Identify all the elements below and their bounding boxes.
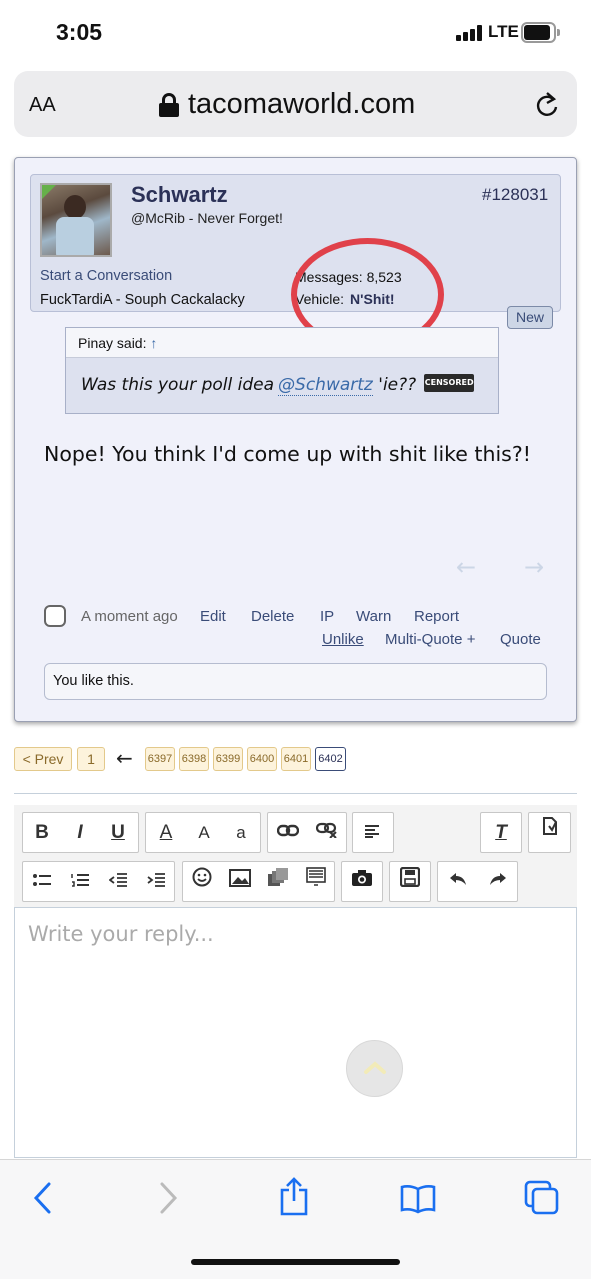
numbered-list-icon[interactable] [61, 862, 99, 901]
page-first[interactable]: 1 [77, 747, 105, 771]
network-label: LTE [488, 22, 519, 41]
align-icon[interactable] [353, 813, 393, 852]
reply-input[interactable]: Write your reply... [28, 922, 214, 946]
username[interactable]: Schwartz [131, 182, 228, 208]
report-link[interactable]: Report [414, 608, 459, 625]
image-icon[interactable] [221, 862, 259, 901]
reload-icon[interactable] [534, 91, 560, 119]
toolbar-group-align [352, 812, 394, 853]
edit-link[interactable]: Edit [200, 608, 226, 625]
page-link[interactable]: 6399 [213, 747, 243, 771]
page-current: 6402 [315, 747, 346, 771]
remove-format-button[interactable]: T [481, 813, 521, 852]
undo-icon[interactable] [438, 862, 478, 901]
toolbar-group-link [267, 812, 347, 853]
signal-icon [456, 25, 484, 41]
forward-icon[interactable] [157, 1180, 179, 1220]
template-icon[interactable] [297, 862, 335, 901]
page-link[interactable]: 6398 [179, 747, 209, 771]
likes-summary: You like this. [44, 663, 547, 700]
lock-icon [159, 93, 179, 117]
page-link[interactable]: 6400 [247, 747, 277, 771]
quote-text-after: 'ie?? [378, 375, 417, 395]
delete-link[interactable]: Delete [251, 608, 294, 625]
jump-to-quote-icon[interactable]: ↑ [150, 335, 157, 351]
divider [14, 793, 577, 794]
user-location: FuckTardiA - Souph Cackalacky [40, 292, 245, 308]
battery-icon [521, 22, 561, 43]
scroll-to-top-button[interactable] [346, 1040, 403, 1097]
smiley-icon[interactable] [183, 862, 221, 901]
status-bar: 3:05 LTE [0, 0, 591, 66]
redo-icon[interactable] [478, 862, 518, 901]
select-post-checkbox[interactable] [44, 605, 66, 627]
underline-button[interactable]: U [99, 813, 137, 852]
link-icon[interactable] [268, 813, 308, 852]
toolbar-group-history [437, 861, 518, 902]
toolbar-group-lists [22, 861, 175, 902]
page-link[interactable]: 6397 [145, 747, 175, 771]
quote-block: Pinay said: ↑ Was this your poll idea @Sc… [65, 327, 499, 414]
url-domain[interactable]: tacomaworld.com [188, 88, 415, 121]
start-conversation-link[interactable]: Start a Conversation [40, 268, 172, 284]
font-family-button[interactable]: a [222, 813, 260, 852]
tabs-icon[interactable] [524, 1180, 560, 1220]
indent-icon[interactable] [137, 862, 175, 901]
bold-button[interactable]: B [23, 813, 61, 852]
quote-header: Pinay said: ↑ [66, 328, 498, 358]
save-draft-icon[interactable] [390, 862, 430, 901]
media-icon[interactable] [259, 862, 297, 901]
text-size-button[interactable]: AA [29, 94, 56, 117]
avatar[interactable] [40, 183, 112, 257]
toolbar-group-camera [341, 861, 383, 902]
toolbar-group-font: A A a [145, 812, 261, 853]
unlink-icon[interactable] [308, 813, 346, 852]
previous-post-arrow-icon[interactable]: ← [456, 553, 476, 581]
italic-button[interactable]: I [61, 813, 99, 852]
new-badge: New [507, 306, 553, 329]
post-body: Nope! You think I'd come up with shit li… [44, 442, 531, 466]
post-number-link[interactable]: #128031 [482, 185, 548, 205]
quote-text-before: Was this your poll idea [81, 375, 275, 395]
home-indicator[interactable] [191, 1259, 400, 1265]
quote-text: Was this your poll idea @Schwartz 'ie?? CE… [81, 374, 475, 396]
toolbar-group-clear: T [480, 812, 522, 853]
toolbar-group-insert [182, 861, 335, 902]
page-link[interactable]: 6401 [281, 747, 311, 771]
font-size-button[interactable]: A [186, 813, 222, 852]
warn-link[interactable]: Warn [356, 608, 391, 625]
toolbar-group-toggle [528, 812, 571, 853]
unlike-link[interactable]: Unlike [322, 631, 364, 648]
next-post-arrow-icon[interactable]: → [524, 553, 544, 581]
post-time: A moment ago [81, 608, 178, 625]
outdent-icon[interactable] [99, 862, 137, 901]
bbcode-toggle-icon[interactable] [529, 813, 570, 852]
prev-page-button[interactable]: < Prev [14, 747, 72, 771]
toolbar-group-text-style: B I U [22, 812, 139, 853]
toolbar-group-save [389, 861, 431, 902]
camera-icon[interactable] [342, 862, 382, 901]
status-time: 3:05 [56, 19, 103, 45]
bookmarks-icon[interactable] [400, 1184, 436, 1218]
font-color-button[interactable]: A [146, 813, 186, 852]
censored-smiley-icon: CENSORED [424, 374, 475, 392]
ip-link[interactable]: IP [320, 608, 334, 625]
page-jump-arrow: ← [116, 746, 133, 770]
quote-link[interactable]: Quote [500, 631, 541, 648]
quote-author: Pinay said: [78, 335, 147, 351]
back-icon[interactable] [32, 1180, 54, 1220]
multi-quote-link[interactable]: Multi-Quote + [385, 631, 475, 648]
user-title: @McRib - Never Forget! [131, 210, 283, 226]
share-icon[interactable] [279, 1176, 309, 1220]
mention-link[interactable]: @Schwartz [278, 375, 373, 396]
bullet-list-icon[interactable] [23, 862, 61, 901]
